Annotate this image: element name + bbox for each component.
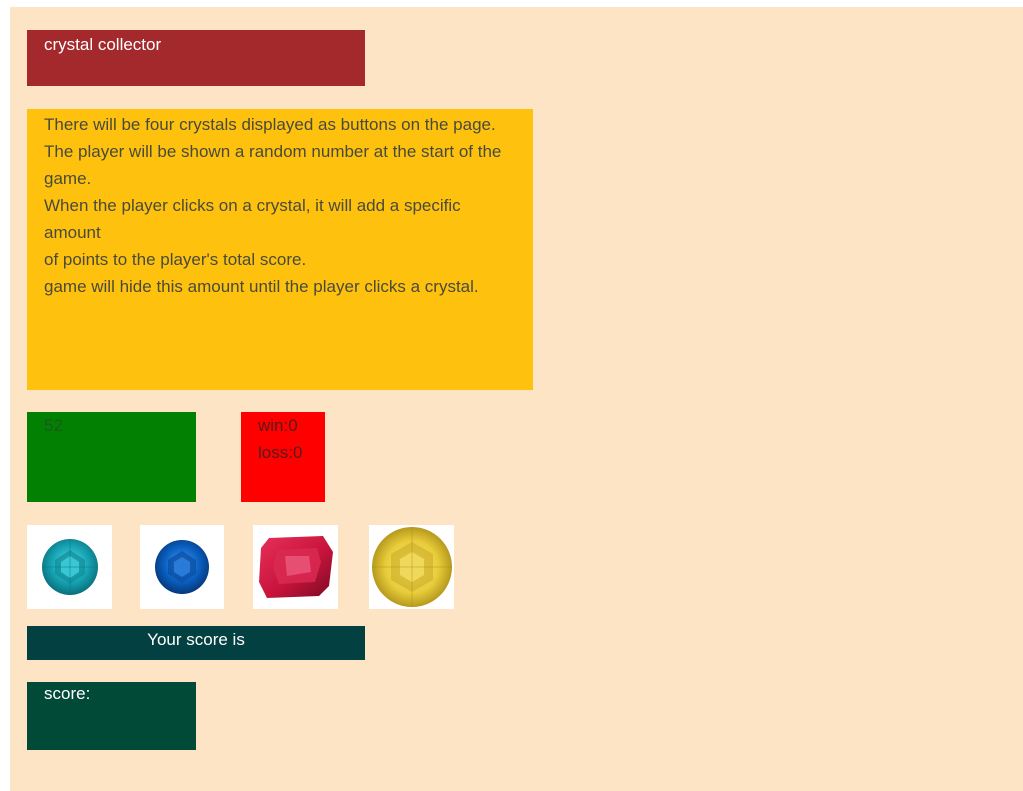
game-title: crystal collector xyxy=(27,30,365,86)
score-heading: Your score is xyxy=(27,626,365,660)
game-page: crystal collector There will be four cry… xyxy=(10,7,1023,791)
crystal-button-teal[interactable] xyxy=(27,525,112,609)
crystal-button-blue[interactable] xyxy=(140,525,224,609)
instruction-line: When the player clicks on a crystal, it … xyxy=(44,196,461,242)
loss-count: loss:0 xyxy=(258,443,303,462)
target-number: 52 xyxy=(44,416,63,435)
instruction-line: of points to the player's total score. xyxy=(44,250,307,269)
crystal-button-yellow[interactable] xyxy=(369,525,454,609)
game-title-text: crystal collector xyxy=(44,35,162,54)
yellow-crystal-icon xyxy=(371,527,452,607)
score-box: score: xyxy=(27,682,196,750)
crystal-button-red[interactable] xyxy=(253,525,338,609)
instruction-line: The player will be shown a random number… xyxy=(44,142,502,188)
instructions-panel: There will be four crystals displayed as… xyxy=(27,109,533,390)
score-value: score: xyxy=(44,684,91,703)
score-heading-text: Your score is xyxy=(147,630,245,649)
win-count: win:0 xyxy=(258,416,298,435)
red-crystal-icon xyxy=(258,536,333,598)
instruction-line: There will be four crystals displayed as… xyxy=(44,115,496,134)
instruction-line: game will hide this amount until the pla… xyxy=(44,277,479,296)
blue-crystal-icon xyxy=(155,540,209,594)
teal-crystal-icon xyxy=(41,539,98,595)
target-number-box: 52 xyxy=(27,412,196,502)
win-loss-box: win:0 loss:0 xyxy=(241,412,325,502)
